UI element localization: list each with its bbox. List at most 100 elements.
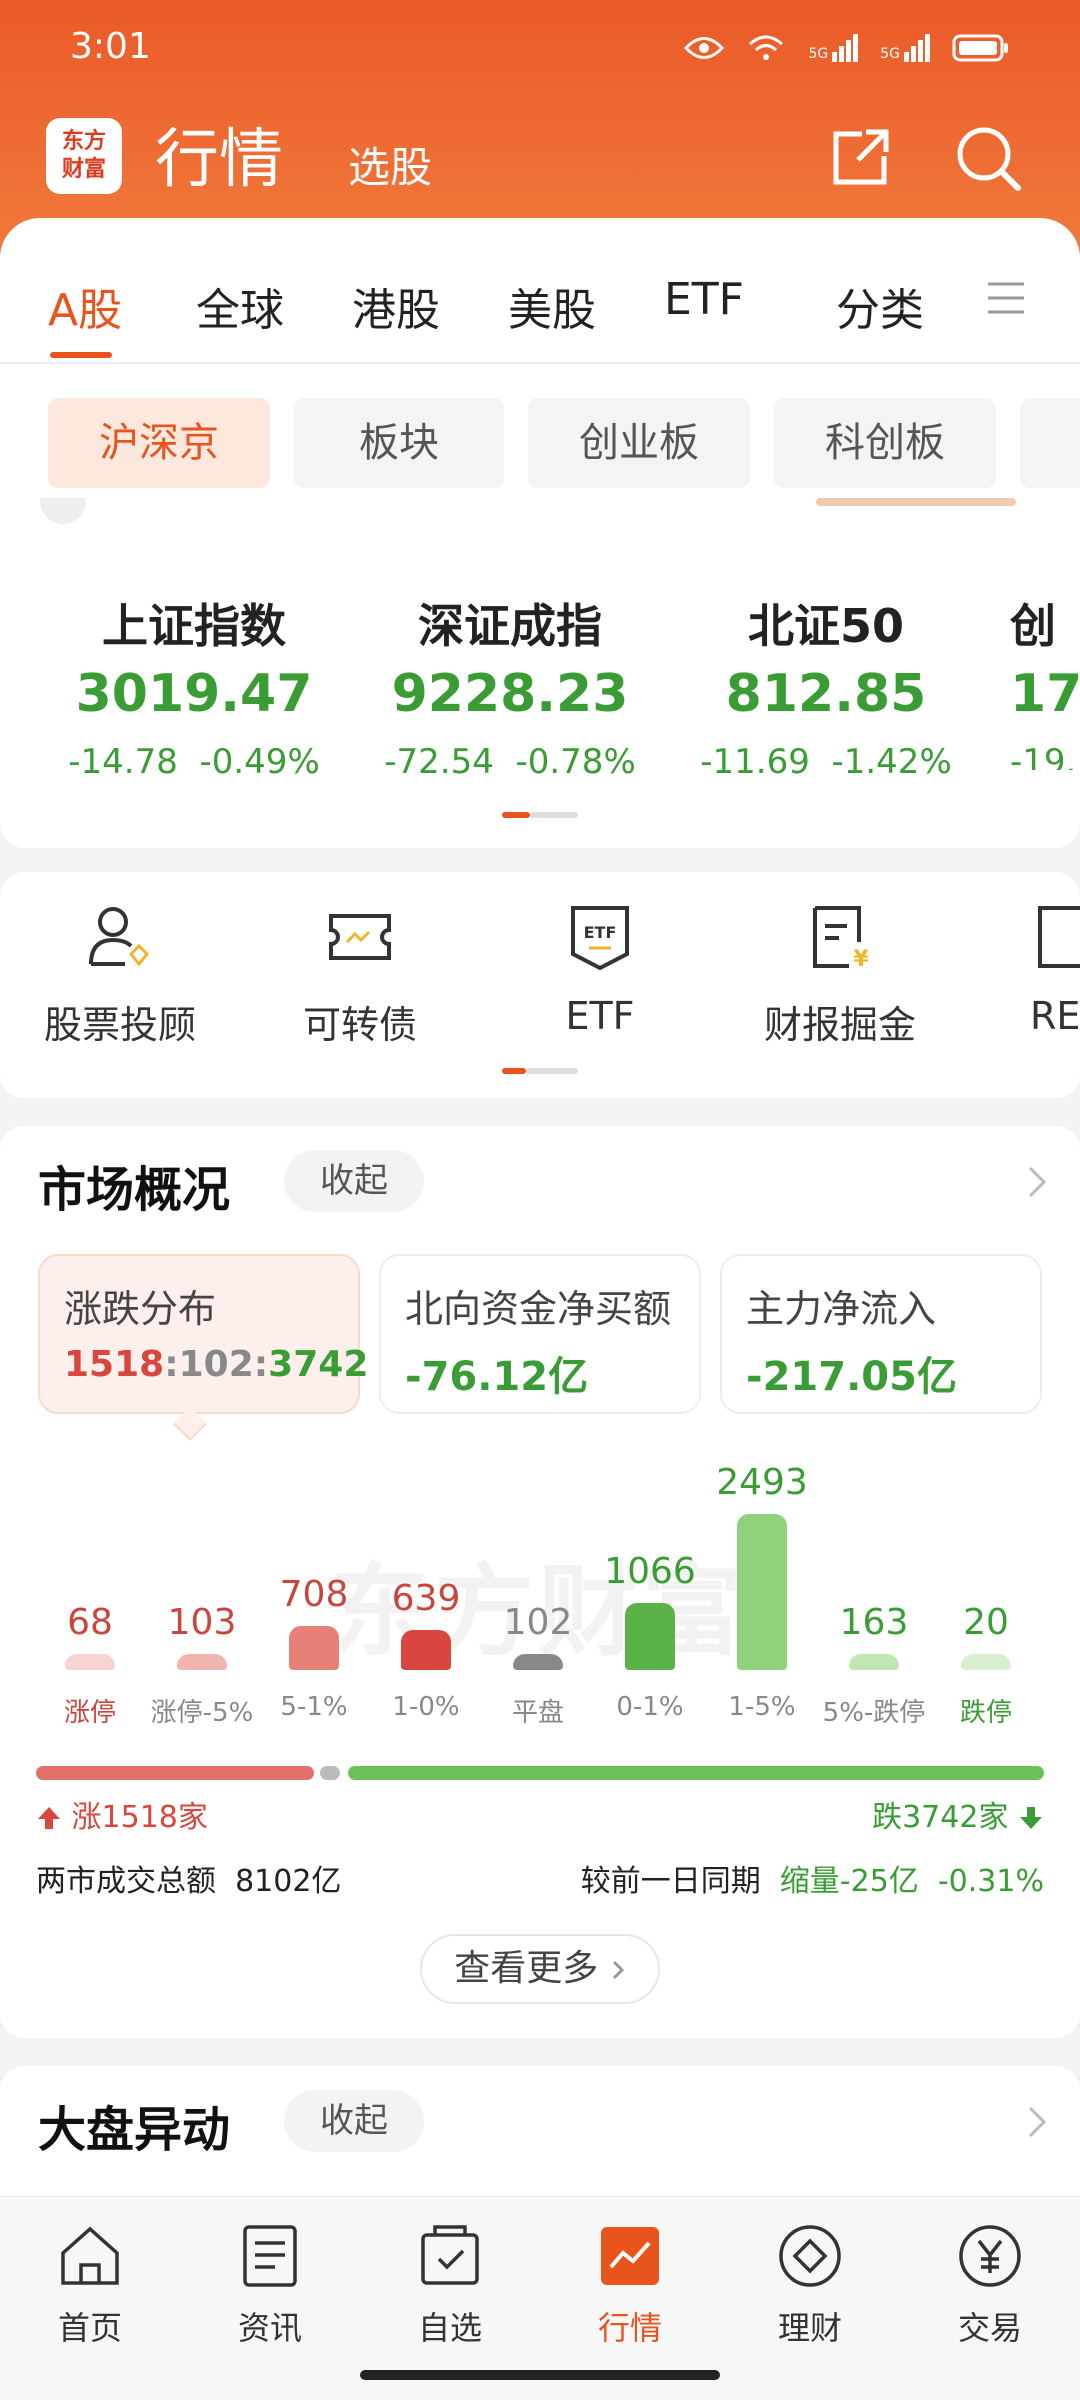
- dist-label: 涨停-5%: [150, 1698, 254, 1728]
- abnormal-title: 大盘异动: [38, 2102, 231, 2158]
- dist-bar: [65, 1654, 115, 1670]
- chip-star-market[interactable]: 科创板: [774, 398, 996, 488]
- dist-value: 102: [503, 1602, 573, 1643]
- dist-label: 1-5%: [728, 1692, 796, 1722]
- tab-hk[interactable]: 港股: [352, 274, 440, 338]
- nav-wealth[interactable]: 理财: [720, 2221, 900, 2349]
- home-icon: [61, 2226, 119, 2285]
- chip-sector[interactable]: 板块: [294, 398, 504, 488]
- market-collapse-button[interactable]: 收起: [284, 1150, 424, 1212]
- index-chinext-partial[interactable]: 创 17 -19.: [1010, 590, 1080, 770]
- dist-bar: [177, 1654, 227, 1670]
- tab-etf[interactable]: ETF: [664, 274, 744, 325]
- eye-icon: [684, 37, 725, 59]
- down-ratio-bar: [348, 1766, 1044, 1780]
- nav-news[interactable]: 资讯: [180, 2221, 360, 2349]
- index-sse[interactable]: 上证指数 3019.47 -14.78 -0.49%: [36, 590, 352, 782]
- arrow-down-icon: [1020, 1807, 1042, 1829]
- view-more-button[interactable]: 查看更多: [420, 1934, 660, 2004]
- dist-value: 2493: [716, 1462, 808, 1503]
- tool-financial-report[interactable]: ¥ 财报掘金: [720, 902, 960, 1049]
- exchange-chips: 沪深京 板块 创业板 科创板: [0, 398, 1080, 490]
- up-count: 涨1518家: [36, 1792, 208, 1836]
- flat-ratio-bar: [320, 1766, 340, 1780]
- page-title[interactable]: 行情: [155, 108, 283, 200]
- tab-us[interactable]: 美股: [508, 274, 596, 338]
- scrolled-header-remnant: [40, 498, 1040, 524]
- dist-value: 708: [279, 1574, 349, 1615]
- dist-bar: [737, 1514, 787, 1670]
- chevron-right-icon[interactable]: [1022, 2102, 1052, 2142]
- chip-more[interactable]: [1020, 398, 1080, 488]
- nav-market[interactable]: 行情: [540, 2221, 720, 2349]
- abnormal-collapse-button[interactable]: 收起: [284, 2090, 424, 2152]
- advisor-icon: [89, 907, 150, 967]
- etf-icon: ETF: [571, 906, 629, 971]
- yuan-icon: [959, 2225, 1021, 2287]
- home-indicator: [360, 2370, 720, 2380]
- tool-partial[interactable]: RE: [1030, 902, 1080, 1072]
- tab-a-shares[interactable]: A股: [48, 274, 122, 338]
- chevron-right-icon: [612, 1960, 624, 1980]
- market-chart-icon: [601, 2227, 659, 2285]
- stat-distribution[interactable]: 涨跌分布 1518:102:3742: [38, 1254, 368, 1414]
- stat-northbound[interactable]: 北向资金净买额 -76.12亿: [379, 1254, 701, 1414]
- market-overview-title: 市场概况: [38, 1162, 231, 1218]
- market-tabs: A股 全球 港股 美股 ETF 分类: [0, 222, 1080, 362]
- index-szse[interactable]: 深证成指 9228.23 -72.54 -0.78%: [352, 590, 668, 782]
- signal-icon-2: 5G: [880, 34, 930, 62]
- dist-value: 103: [167, 1602, 237, 1643]
- turnover: 两市成交总额 8102亿: [36, 1864, 342, 1899]
- svg-text:¥: ¥: [853, 947, 869, 972]
- dist-bar: [961, 1654, 1011, 1670]
- wealth-icon: [779, 2225, 841, 2287]
- stat-main-inflow[interactable]: 主力净流入 -217.05亿: [720, 1254, 1042, 1414]
- tools-pager: [502, 1068, 578, 1074]
- chevron-right-icon[interactable]: [1022, 1162, 1052, 1202]
- stock-picker-tab[interactable]: 选股: [348, 134, 432, 195]
- dist-bar: [625, 1603, 675, 1670]
- status-time: 3:01: [70, 26, 151, 67]
- dist-value: 20: [963, 1602, 1009, 1643]
- dist-label: 平盘: [511, 1698, 564, 1728]
- tool-convertible[interactable]: 可转债: [240, 902, 480, 1049]
- app-bar: 东方财富 行情 选股: [0, 100, 1080, 210]
- dist-bar: [513, 1654, 563, 1670]
- report-icon-2: [1038, 906, 1080, 968]
- nav-trade[interactable]: 交易: [900, 2221, 1080, 2349]
- dist-value: 1066: [604, 1551, 696, 1592]
- chip-shshenjing[interactable]: 沪深京: [48, 398, 270, 488]
- index-pager: [502, 812, 578, 818]
- down-count: 跌3742家: [872, 1792, 1044, 1836]
- tab-global[interactable]: 全球: [196, 274, 284, 338]
- wifi-icon: [749, 35, 784, 60]
- search-icon[interactable]: [950, 120, 1026, 196]
- svg-text:ETF: ETF: [584, 923, 617, 942]
- report-icon: ¥: [813, 906, 869, 972]
- ticket-icon: [329, 914, 391, 960]
- up-ratio-bar: [36, 1766, 314, 1780]
- dist-bar: [849, 1654, 899, 1670]
- dist-value: 639: [391, 1578, 461, 1619]
- signal-icon: 5G: [808, 34, 859, 62]
- dist-bar: [401, 1630, 451, 1670]
- divider: [0, 362, 1080, 364]
- dist-label: 跌停: [959, 1698, 1012, 1728]
- chip-chinext[interactable]: 创业板: [528, 398, 750, 488]
- share-icon[interactable]: [822, 120, 898, 196]
- tab-indicator: [50, 352, 112, 358]
- tab-category[interactable]: 分类: [836, 274, 924, 338]
- tool-advisor[interactable]: 股票投顾: [0, 902, 240, 1049]
- nav-home[interactable]: 首页: [0, 2221, 180, 2349]
- tool-etf[interactable]: ETF ETF: [480, 902, 720, 1038]
- menu-icon[interactable]: [986, 280, 1026, 316]
- app-logo[interactable]: 东方财富: [46, 118, 122, 194]
- dist-label: 涨停: [63, 1698, 116, 1728]
- index-bse50[interactable]: 北证50 812.85 -11.69 -1.42%: [668, 590, 984, 782]
- arrow-up-icon: [38, 1807, 60, 1829]
- nav-watchlist[interactable]: 自选: [360, 2221, 540, 2349]
- turnover-compare: 较前一日同期 缩量-25亿 -0.31%: [580, 1864, 1044, 1899]
- news-icon: [243, 2225, 297, 2287]
- tools-card: 股票投顾 可转债 ETF ETF ¥ 财报掘金 RE: [0, 872, 1080, 1098]
- dist-value: 163: [839, 1602, 909, 1643]
